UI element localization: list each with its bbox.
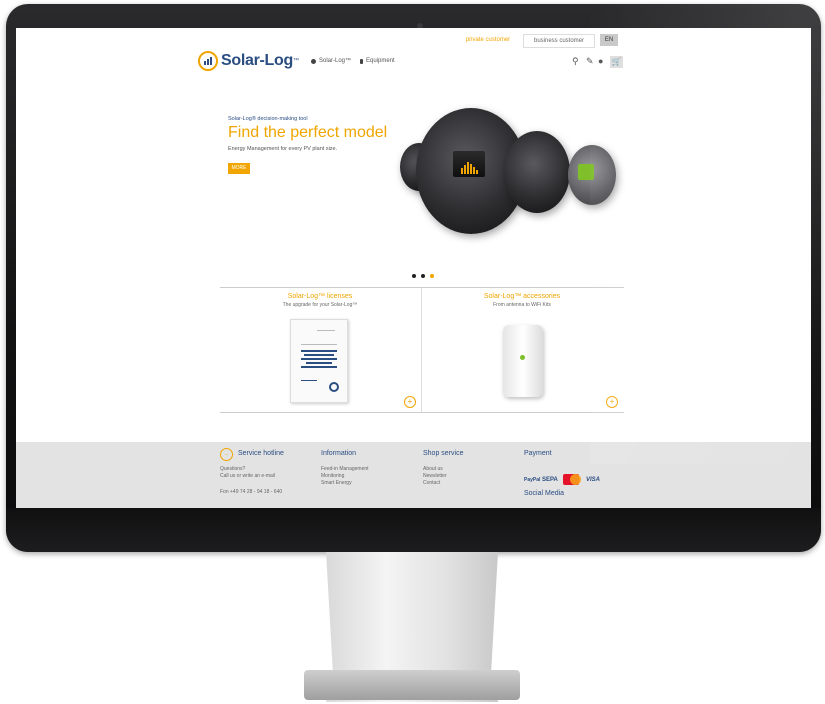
footer-link[interactable]: Feed-in Management	[321, 466, 369, 472]
footer-hotline-line1: Questions?	[220, 466, 246, 472]
footer-link[interactable]: About us	[423, 466, 443, 472]
plug-icon	[360, 58, 363, 64]
hero-text: Energy Management for every PV plant siz…	[228, 146, 338, 152]
nav-item-equipment[interactable]: Equipment	[360, 58, 395, 64]
user-icon[interactable]: ●	[598, 56, 603, 66]
card-subtitle-licenses: The upgrade for your Solar-Log™	[282, 302, 358, 308]
footer-link[interactable]: Contact	[423, 480, 440, 486]
cart-icon[interactable]: 🛒	[610, 56, 623, 68]
nav-label: Solar-Log™	[319, 58, 352, 64]
slider-dot-active[interactable]	[430, 274, 434, 278]
footer-hotline-title: Service hotline	[238, 450, 284, 457]
footer-link[interactable]: Monitoring	[321, 473, 344, 479]
visa-logo: VISA	[586, 477, 601, 483]
device-icon	[311, 58, 316, 64]
logo[interactable]: Solar-Log ™	[198, 50, 299, 72]
card-title-accessories[interactable]: Solar-Log™ accessories	[422, 293, 622, 300]
footer-information-title: Information	[321, 450, 357, 457]
search-icon[interactable]: ⚲	[572, 56, 579, 67]
footer: ... Service hotline Questions? Call us o…	[16, 442, 811, 508]
hero-more-button[interactable]: MORE	[228, 163, 250, 174]
screen: private customer business customer EN So…	[16, 28, 811, 508]
slider-dots	[412, 274, 434, 278]
footer-social-title: Social Media	[524, 490, 565, 497]
monitor-chin	[6, 508, 821, 552]
slider-dot[interactable]	[421, 274, 425, 278]
sepa-logo: SEPA	[542, 477, 558, 483]
hero-title: Find the perfect model	[228, 124, 388, 141]
card-subtitle-accessories: From antenna to WiFi Kits	[493, 302, 551, 308]
status-led	[520, 355, 525, 360]
footer-hotline-phone[interactable]: Fon +49 74 28 - 94 18 - 640	[220, 489, 282, 495]
monitor-base	[304, 670, 520, 700]
language-selector[interactable]: EN	[600, 34, 618, 46]
nav-item-solar-log[interactable]: Solar-Log™	[311, 58, 351, 64]
product-cards: Solar-Log™ licenses The upgrade for your…	[220, 287, 624, 413]
card-title-licenses[interactable]: Solar-Log™ licenses	[220, 293, 420, 300]
business-customer-link[interactable]: business customer	[523, 34, 595, 48]
brand-name: Solar-Log	[221, 52, 293, 69]
edit-icon[interactable]: ✎	[586, 56, 594, 67]
footer-shop-service-title: Shop service	[423, 450, 464, 457]
license-document-image	[290, 319, 348, 403]
footer-link[interactable]: Smart Energy	[321, 480, 352, 486]
device-image-medium	[504, 131, 570, 213]
device-display-green	[578, 164, 594, 180]
device-display	[453, 151, 485, 177]
slider-dot[interactable]	[412, 274, 416, 278]
brand-tm: ™	[292, 58, 299, 64]
hero-eyebrow: Solar-Log® decision-making tool	[228, 116, 308, 122]
paypal-logo: PayPal	[524, 477, 541, 483]
private-customer-link[interactable]: private customer	[463, 34, 513, 46]
logo-icon	[198, 51, 218, 71]
footer-hotline-line2: Call us or write an e-mail	[220, 473, 276, 479]
customer-type-bar: private customer business customer EN	[16, 34, 811, 48]
footer-link[interactable]: Newsletter	[423, 473, 447, 479]
speech-bubble-icon: ...	[220, 448, 233, 461]
expand-licenses-button[interactable]: +	[404, 396, 416, 408]
nav-label: Equipment	[366, 58, 395, 64]
footer-payment-title: Payment	[524, 450, 552, 457]
wifi-repeater-image	[503, 325, 543, 397]
mastercard-logo-circle	[570, 474, 581, 485]
expand-accessories-button[interactable]: +	[606, 396, 618, 408]
seal-icon	[329, 382, 339, 392]
